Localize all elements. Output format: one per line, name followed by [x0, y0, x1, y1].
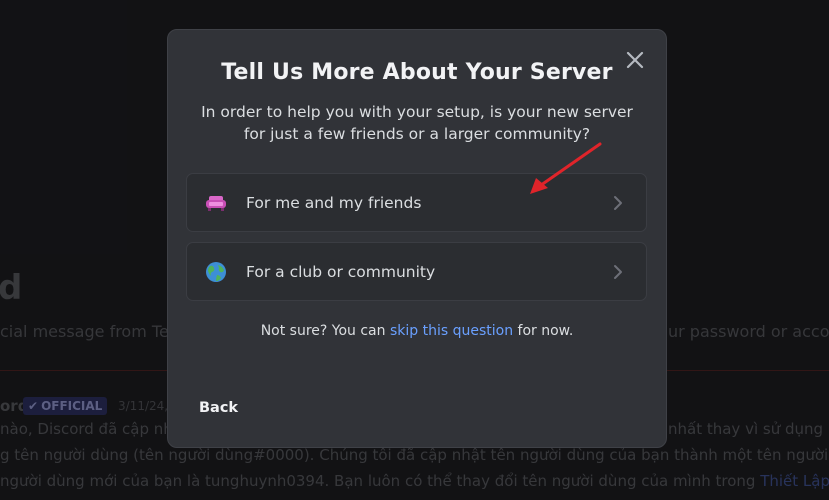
option-label: For a club or community — [246, 262, 436, 281]
skip-question-link[interactable]: skip this question — [390, 323, 513, 339]
hint-prefix: Not sure? You can — [260, 323, 390, 339]
hint-suffix: for now. — [513, 323, 574, 339]
modal-title: Tell Us More About Your Server — [221, 60, 613, 85]
back-button[interactable]: Back — [199, 400, 238, 416]
skip-hint: Not sure? You can skip this question for… — [168, 323, 666, 339]
server-setup-modal: Tell Us More About Your Server In order … — [167, 29, 667, 448]
option-label: For me and my friends — [246, 193, 422, 212]
couch-icon — [206, 196, 226, 211]
chevron-right-icon — [614, 265, 622, 279]
annotation-arrow-icon — [530, 142, 602, 194]
option-club-or-community[interactable]: For a club or community — [186, 242, 647, 301]
chevron-right-icon — [614, 196, 622, 210]
globe-icon — [206, 262, 226, 282]
